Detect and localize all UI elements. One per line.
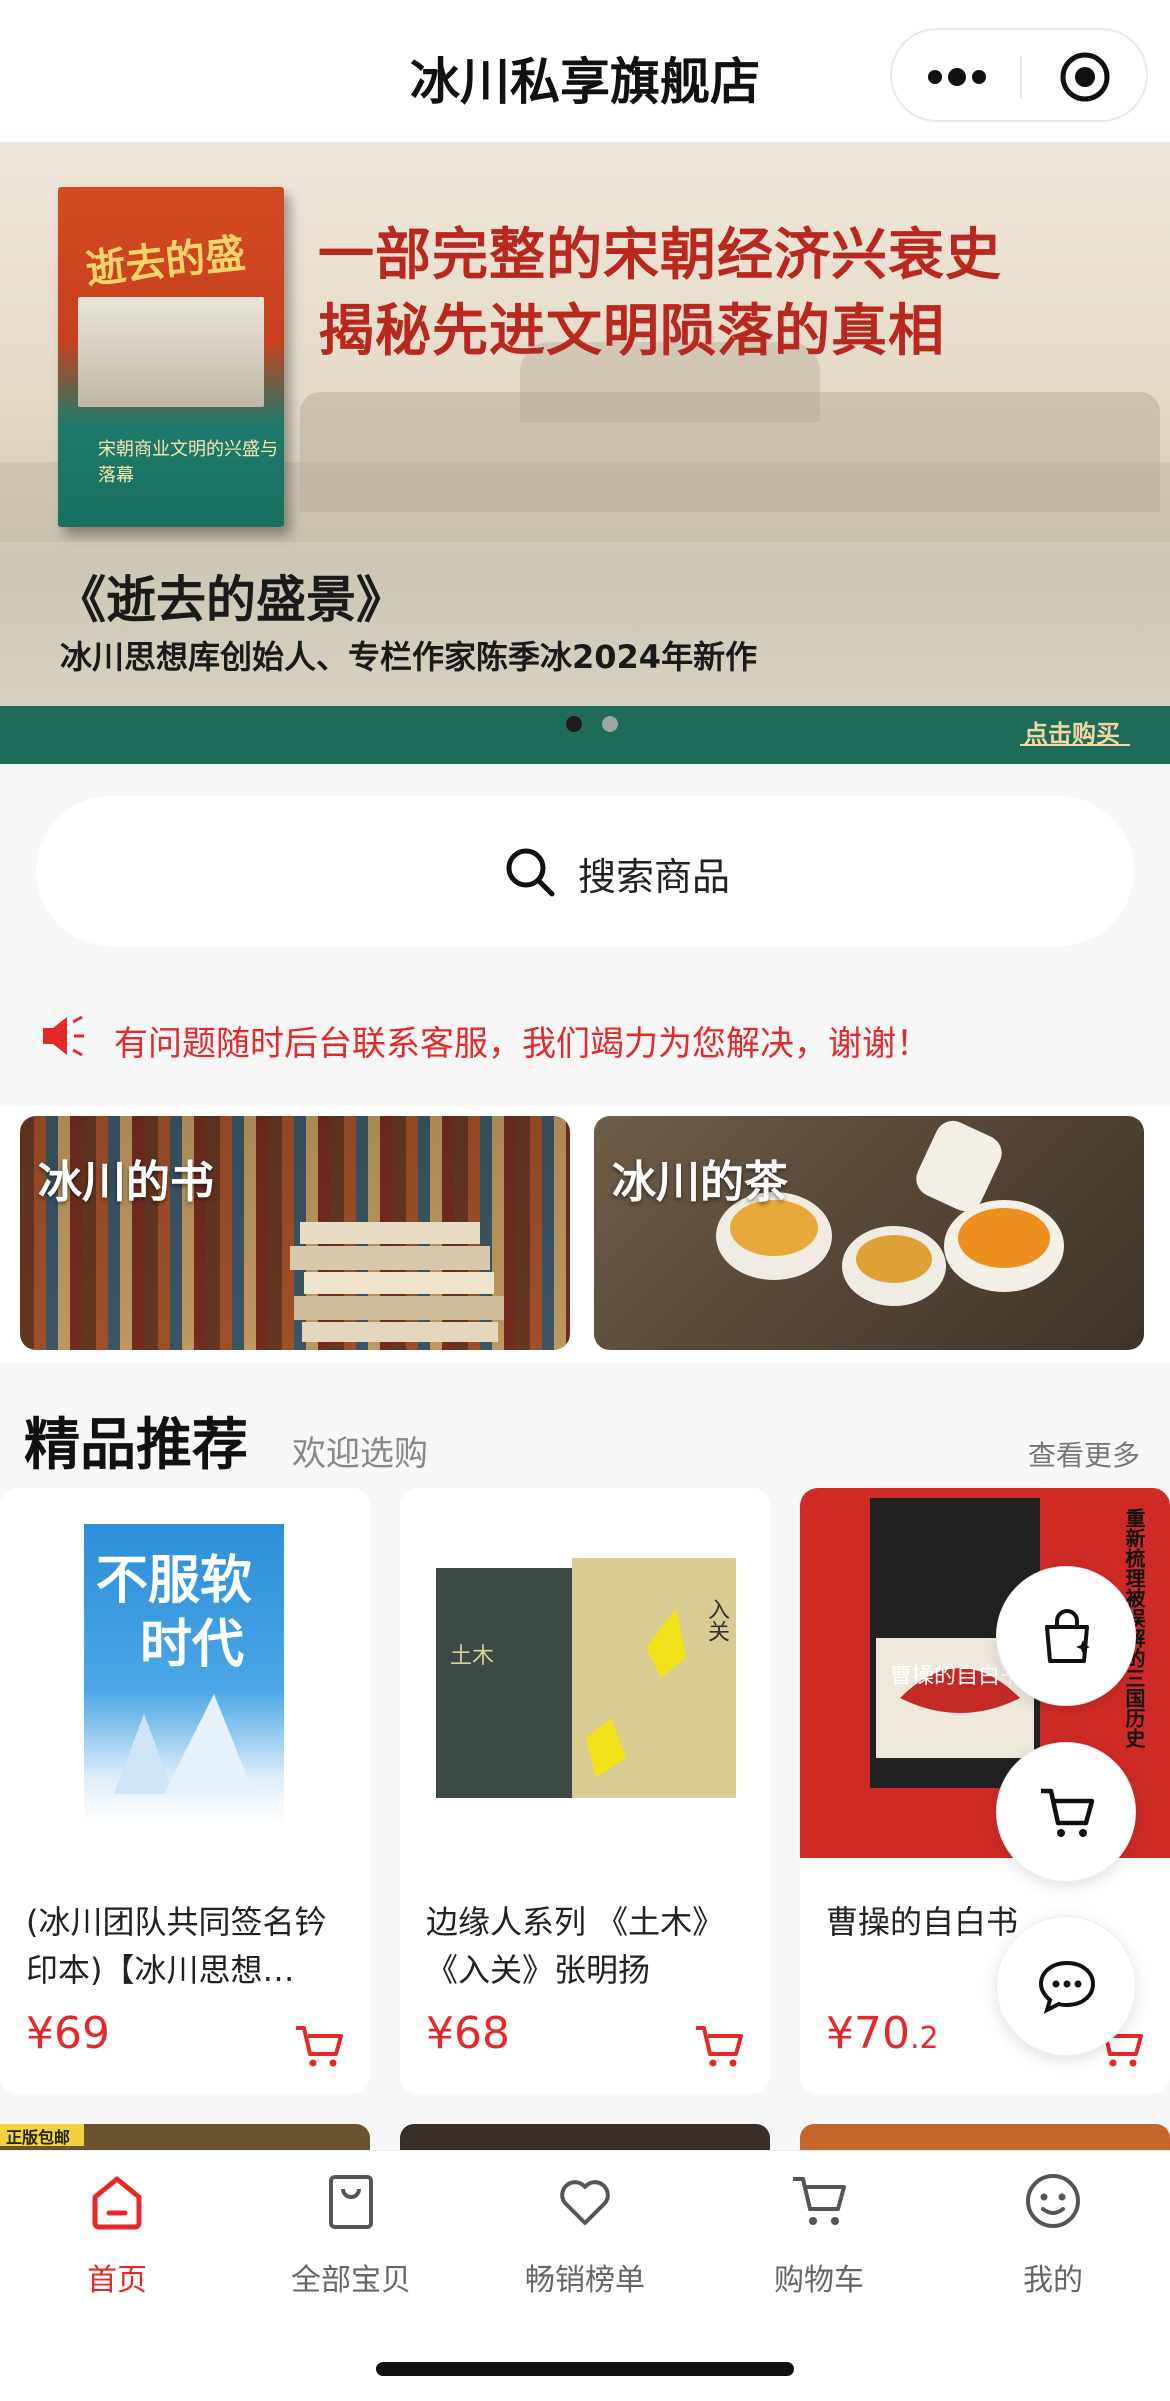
- price-decimal: .2: [909, 2021, 939, 2056]
- cover-mountains-art: [114, 1694, 254, 1794]
- notice-text: 有问题随时后台联系客服，我们竭力为您解决，谢谢！: [114, 1024, 930, 1064]
- shopping-bag-icon: [1045, 1609, 1090, 1663]
- banner-book-title: 《逝去的盛景》: [56, 570, 406, 629]
- banner-headline-line: 揭秘先进文明陨落的真相: [318, 298, 945, 364]
- product-price: ¥70.2: [826, 2008, 939, 2059]
- banner-cta-underline: [1020, 744, 1130, 746]
- more-icon[interactable]: [926, 60, 988, 94]
- carousel-dot-active[interactable]: [566, 716, 582, 732]
- tab-label: 首页: [87, 2263, 147, 2298]
- product-image: 不服软 时代: [0, 1488, 370, 1858]
- banner-cover-art: [78, 297, 264, 407]
- product-cover: 不服软 时代: [84, 1524, 284, 1824]
- home-indicator: [376, 2362, 794, 2376]
- tab-cart[interactable]: 购物车: [702, 2171, 936, 2311]
- search-placeholder: 搜索商品: [578, 855, 731, 899]
- floating-shop-button[interactable]: [996, 1566, 1136, 1706]
- add-to-cart-icon[interactable]: [694, 2024, 744, 2068]
- tab-label: 购物车: [774, 2263, 864, 2298]
- product-name: 边缘人系列 《土木》《入关》张明扬: [426, 1903, 725, 1989]
- tab-home[interactable]: 首页: [0, 2171, 234, 2311]
- product-card[interactable]: 土木 入关 边缘人系列 《土木》《入关》张明扬 ¥68: [400, 1488, 770, 2094]
- authentic-badge: 正版包邮: [0, 2124, 84, 2147]
- cart-icon: [1041, 1788, 1095, 1837]
- product-cover-title: 入关: [704, 1598, 729, 1642]
- tab-profile[interactable]: 我的: [936, 2171, 1170, 2311]
- price-main: ¥69: [26, 2008, 110, 2059]
- banner-book-cover: 逝去的盛景 宋朝商业文明的兴盛与落幕: [58, 187, 284, 527]
- heart-icon: [560, 2180, 610, 2225]
- mini-program-capsule: [890, 28, 1148, 122]
- speaker-icon: [43, 1015, 84, 1057]
- promo-banner[interactable]: 逝去的盛景 宋朝商业文明的兴盛与落幕 一部完整的宋朝经济兴衰史 揭秘先进文明陨落…: [0, 142, 1170, 764]
- floating-cart-button[interactable]: [996, 1742, 1136, 1882]
- category-tea-label: 冰川的茶: [612, 1157, 788, 1208]
- tab-label: 我的: [1023, 2263, 1083, 2298]
- banner-cover-subtitle: 宋朝商业文明的兴盛与落幕: [98, 439, 278, 486]
- profile-icon: [1026, 2174, 1080, 2228]
- banner-strip: [0, 706, 1170, 764]
- top-bar: 冰川私享旗舰店: [0, 0, 1170, 142]
- category-row: 冰川的书 冰川的茶: [0, 1106, 1170, 1362]
- tab-label: 畅销榜单: [525, 2263, 645, 2298]
- capsule-divider: [1020, 56, 1022, 98]
- books-stack-image: [290, 1222, 504, 1342]
- product-cover-title: 时代: [140, 1614, 245, 1675]
- banner-headline: 一部完整的宋朝经济兴衰史 揭秘先进文明陨落的真相: [318, 217, 1002, 369]
- product-name: (冰川团队共同签名钤印本)【冰川思想…: [26, 1903, 327, 1989]
- section-title: 精品推荐: [24, 1413, 248, 1478]
- product-price: ¥68: [426, 2008, 510, 2059]
- price-main: ¥70: [826, 2008, 910, 2059]
- carousel-dot[interactable]: [602, 716, 618, 732]
- product-price: ¥69: [26, 2008, 110, 2059]
- search-icon: [506, 848, 555, 897]
- app-root: 冰川私享旗舰店 逝去的盛景 宋朝商业文明的兴盛与落幕 一部完整的宋朝经济兴衰史 …: [0, 0, 1170, 2401]
- banner-headline-line: 一部完整的宋朝经济兴衰史: [318, 222, 1002, 288]
- price-main: ¥68: [426, 2008, 510, 2059]
- search-bar[interactable]: 搜索商品: [36, 796, 1134, 946]
- notice-bar: 有问题随时后台联系客服，我们竭力为您解决，谢谢！: [0, 996, 1170, 1086]
- product-image: 土木 入关: [400, 1488, 770, 1858]
- category-books[interactable]: 冰川的书: [20, 1116, 570, 1350]
- see-more-link[interactable]: 查看更多: [1028, 1434, 1140, 1474]
- tab-all-products[interactable]: 全部宝贝: [234, 2171, 468, 2311]
- chat-icon: [1038, 1960, 1096, 2014]
- floating-chat-button[interactable]: [996, 1916, 1136, 2056]
- category-books-label: 冰川的书: [38, 1157, 214, 1208]
- bag-icon: [329, 2175, 373, 2229]
- product-cover-title: 土木: [450, 1644, 495, 1669]
- add-to-cart-icon[interactable]: [294, 2024, 344, 2068]
- cart-icon: [793, 2177, 846, 2225]
- home-icon: [92, 2176, 142, 2230]
- close-target-icon[interactable]: [1058, 50, 1112, 104]
- tab-label: 全部宝贝: [291, 2263, 411, 2298]
- category-tea[interactable]: 冰川的茶: [594, 1116, 1144, 1350]
- product-card[interactable]: 不服软 时代 (冰川团队共同签名钤印本)【冰川思想… ¥69: [0, 1488, 370, 2094]
- banner-subtitle: 冰川思想库创始人、专栏作家陈季冰2024年新作: [60, 638, 758, 676]
- tab-bestsellers[interactable]: 畅销榜单: [468, 2171, 702, 2311]
- section-subtitle: 欢迎选购: [292, 1434, 428, 1474]
